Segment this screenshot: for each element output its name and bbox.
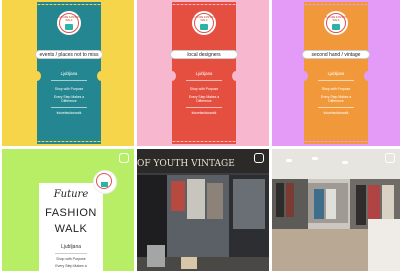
logo-badge: FUTURE FASHION WALK — [57, 11, 81, 35]
city-label: Ljubljana — [60, 244, 82, 250]
post-storefront-photo[interactable]: OF YOUTH VINTAGE — [137, 149, 269, 271]
post-events[interactable]: FUTURE FASHION WALK events / places not … — [2, 0, 134, 146]
tagline-2: Every Step Makes a — [55, 264, 87, 268]
logo-badge: FUTURE FASHION WALK — [192, 11, 216, 35]
logo-badge — [93, 170, 117, 194]
carousel-icon — [254, 153, 264, 163]
handle-text: futurefashionwalk — [323, 111, 349, 115]
handle-text: futurefashionwalk — [56, 111, 82, 115]
city-label: Ljubljana — [60, 71, 78, 76]
tagline-1: Shop with Purpose — [189, 87, 219, 91]
city-label: Ljubljana — [327, 71, 345, 76]
hanger-icon — [200, 24, 208, 30]
handle-text: futurefashionwalk — [191, 111, 217, 115]
category-pill: events / places not to miss — [35, 50, 103, 59]
ticket-graphic: FUTURE FASHION WALK events / places not … — [33, 2, 105, 144]
carousel-icon — [119, 153, 129, 163]
city-label: Ljubljana — [195, 71, 213, 76]
hanger-icon — [101, 182, 108, 187]
tagline-1: Shop with Purpose — [54, 87, 84, 91]
tagline-2: Every Step Makes a Difference — [320, 95, 352, 104]
post-grid: FUTURE FASHION WALK events / places not … — [0, 0, 400, 271]
ticket-graphic: FUTURE FASHION WALK local designers Ljub… — [168, 2, 240, 144]
logo-badge: FUTURE FASHION WALK — [324, 11, 348, 35]
carousel-icon — [385, 153, 395, 163]
title-card: Future FASHION WALK Ljubljana Shop with … — [39, 183, 103, 271]
tagline-2: Every Step Makes a Difference — [188, 95, 220, 104]
hanger-icon — [65, 24, 73, 30]
post-interior-photo[interactable] — [272, 149, 400, 271]
category-pill: local designers — [170, 50, 238, 59]
title-walk: WALK — [54, 223, 88, 235]
store-sign: OF YOUTH VINTAGE — [137, 159, 235, 169]
tagline-1: Shop with Purpose — [56, 257, 86, 261]
category-pill: second hand / vintage — [302, 50, 370, 59]
ticket-graphic: FUTURE FASHION WALK second hand / vintag… — [300, 2, 372, 144]
post-future-fashion-walk[interactable]: Future FASHION WALK Ljubljana Shop with … — [2, 149, 134, 271]
tagline-1: Shop with Purpose — [321, 87, 351, 91]
script-title: Future — [53, 189, 89, 200]
post-second-hand[interactable]: FUTURE FASHION WALK second hand / vintag… — [272, 0, 400, 146]
tagline-2: Every Step Makes a Difference — [53, 95, 85, 104]
post-local-designers[interactable]: FUTURE FASHION WALK local designers Ljub… — [137, 0, 269, 146]
hanger-icon — [332, 24, 340, 30]
title-fashion: FASHION — [45, 207, 97, 219]
